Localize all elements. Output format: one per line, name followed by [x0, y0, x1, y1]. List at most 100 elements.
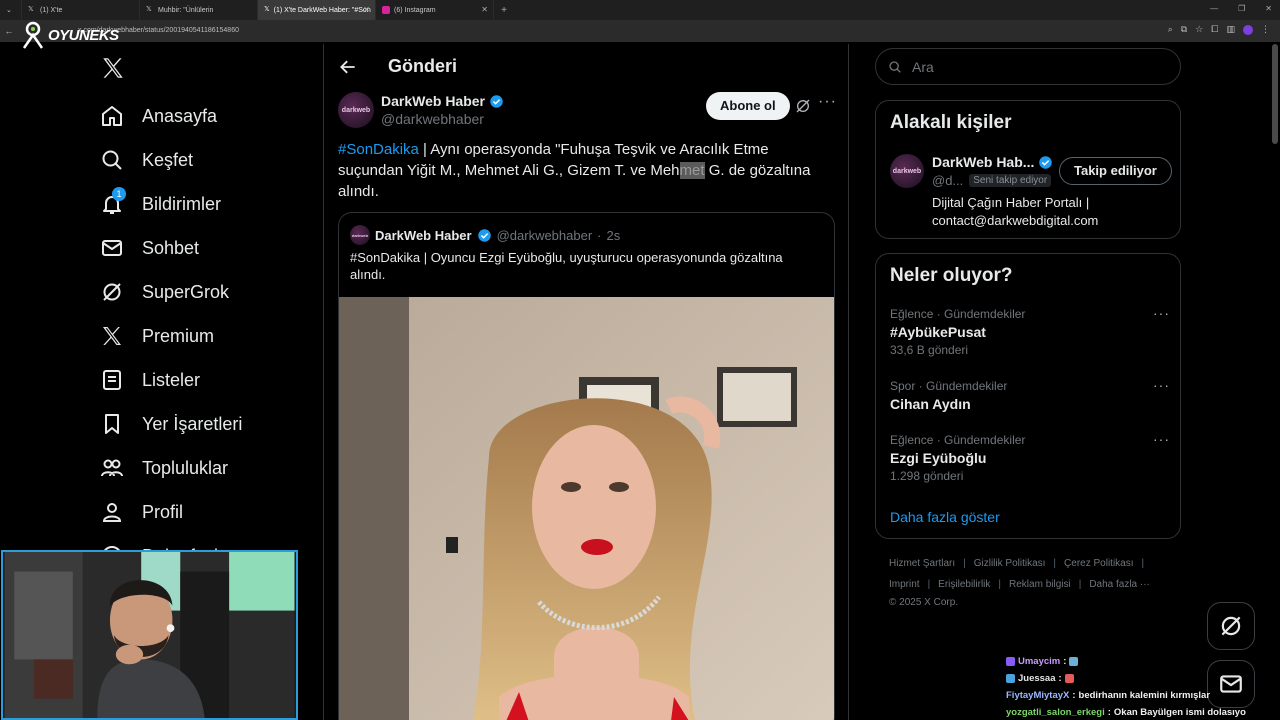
- footer-link[interactable]: Gizlilik Politikası: [974, 558, 1046, 569]
- menu-icon[interactable]: ⋮: [1261, 24, 1270, 35]
- back-arrow-icon[interactable]: [338, 57, 358, 77]
- nav-item-bookmarks[interactable]: Yer İşaretleri: [100, 409, 242, 439]
- list-icon: [103, 370, 121, 390]
- avatar[interactable]: darkweb: [890, 154, 924, 188]
- nav-label: Profil: [142, 501, 184, 522]
- chat-username: Juessaa: [1018, 673, 1056, 684]
- profile-icon: [102, 503, 122, 522]
- search-icon: [889, 60, 901, 73]
- copyright: © 2025 X Corp.: [889, 597, 959, 608]
- chat-message: yozgatli_salon_erkegi: Okan Bayülgen ism…: [1006, 704, 1280, 720]
- nav-item-lists[interactable]: Listeler: [100, 365, 200, 395]
- tab-label: (1) X'te DarkWeb Haber: "#Son: [273, 6, 371, 14]
- footer-link[interactable]: Hizmet Şartları: [889, 558, 955, 569]
- more-options-icon[interactable]: ···: [1153, 305, 1170, 321]
- nav-label: Listeler: [142, 369, 201, 390]
- post-header: Gönderi: [338, 56, 457, 77]
- subscribe-button[interactable]: Abone ol: [706, 92, 790, 120]
- new-tab-button[interactable]: +: [494, 5, 514, 16]
- chat-message: Juessaa:: [1006, 670, 1280, 687]
- search-input[interactable]: Ara: [875, 48, 1181, 85]
- chat-username: yozgatli_salon_erkegi: [1006, 707, 1105, 718]
- quoted-author-name: DarkWeb Haber: [375, 227, 472, 243]
- minimize-icon[interactable]: —: [1210, 4, 1218, 13]
- nav-item-premium[interactable]: Premium: [100, 321, 214, 351]
- following-button[interactable]: Takip ediliyor: [1059, 157, 1172, 185]
- close-window-icon[interactable]: ✕: [1265, 4, 1272, 13]
- sidebar-icon[interactable]: ▥: [1226, 24, 1235, 35]
- browser-tab[interactable]: ⌄: [0, 0, 22, 20]
- chat-message: FiytayMiytayX: bedirhanın kalemini kırmı…: [1006, 687, 1280, 704]
- browser-tab[interactable]: 𝕏 Muhbir: "Ünlülerin: [140, 0, 258, 20]
- quoted-post[interactable]: darkweb DarkWeb Haber @darkwebhaber · 2s…: [338, 212, 835, 720]
- related-people-card: Alakalı kişiler darkweb DarkWeb Hab... @…: [875, 100, 1181, 239]
- cast-icon[interactable]: ⧉: [1181, 24, 1187, 35]
- profile-avatar[interactable]: [1243, 24, 1253, 35]
- page-scrollbar[interactable]: [1272, 44, 1278, 144]
- footer-link[interactable]: Imprint: [889, 579, 920, 590]
- tab-label: Muhbir: "Ünlülerin: [158, 6, 214, 14]
- post-author-row: darkweb DarkWeb Haber @darkwebhaber Abon…: [338, 91, 836, 131]
- tab-list-icon[interactable]: ⌄: [6, 6, 12, 14]
- nav-item-notifications[interactable]: 1 Bildirimler: [100, 187, 221, 219]
- stream-logo: OYUNEKS: [20, 21, 119, 49]
- grok-icon: [103, 283, 121, 301]
- search-icon: [102, 150, 122, 170]
- x-logo-icon[interactable]: [100, 55, 126, 81]
- bookmark-star-icon[interactable]: ☆: [1195, 24, 1203, 35]
- browser-tab[interactable]: (6) Instagram ✕: [376, 0, 494, 20]
- more-options-icon[interactable]: ···: [1153, 377, 1170, 393]
- restore-icon[interactable]: ❐: [1238, 4, 1245, 13]
- avatar[interactable]: darkweb: [338, 92, 374, 128]
- quoted-post-header: darkweb DarkWeb Haber @darkwebhaber · 2s: [350, 225, 620, 245]
- trend-item[interactable]: Spor · Gündemdekiler Cihan Aydın ···: [890, 377, 1170, 412]
- author-name[interactable]: DarkWeb Haber: [381, 93, 504, 109]
- webcam-overlay: [1, 550, 298, 720]
- avatar: darkweb: [350, 225, 370, 245]
- trend-item[interactable]: Eğlence · Gündemdekiler #AybükePusat 33,…: [890, 305, 1170, 357]
- webcam-feed-image: [4, 552, 295, 718]
- chat-badge-icon: [1006, 657, 1015, 666]
- nav-item-home[interactable]: Anasayfa: [100, 101, 217, 131]
- chat-badge-icon: [1006, 674, 1015, 683]
- trend-item[interactable]: Eğlence · Gündemdekiler Ezgi Eyüboğlu 1.…: [890, 431, 1170, 483]
- more-options-icon[interactable]: ···: [818, 93, 837, 111]
- nav-item-chat[interactable]: Sohbet: [100, 233, 199, 263]
- browser-tab[interactable]: 𝕏 (1) X'te: [22, 0, 140, 20]
- x-icon: [103, 327, 121, 345]
- follows-you-badge: Seni takip ediyor: [969, 174, 1052, 187]
- footer-link[interactable]: Daha fazla ···: [1089, 579, 1150, 590]
- grok-icon[interactable]: [795, 98, 811, 114]
- footer-link[interactable]: Erişilebilirlik: [938, 579, 990, 590]
- author-handle[interactable]: @darkwebhaber: [381, 111, 484, 127]
- zoom-icon[interactable]: ⌕: [1168, 24, 1173, 35]
- extensions-icon[interactable]: ⧠: [1211, 24, 1218, 35]
- footer-link[interactable]: Çerez Politikası: [1064, 558, 1133, 569]
- close-icon[interactable]: ✕: [481, 5, 488, 14]
- back-nav-icon[interactable]: ←: [0, 26, 18, 36]
- close-icon[interactable]: ✕: [363, 5, 370, 14]
- footer-link[interactable]: Reklam bilgisi: [1009, 579, 1071, 590]
- quoted-post-photo[interactable]: [339, 297, 835, 720]
- chat-message: Umaycim:: [1006, 653, 1280, 670]
- nav-item-profile[interactable]: Profil: [100, 497, 183, 527]
- show-more-link[interactable]: Daha fazla göster: [890, 509, 1000, 525]
- nav-item-communities[interactable]: Topluluklar: [100, 453, 228, 483]
- nav-label: Keşfet: [142, 149, 194, 170]
- grok-icon: [1221, 616, 1241, 636]
- x-icon: 𝕏: [28, 6, 34, 13]
- more-options-icon[interactable]: ···: [1153, 431, 1170, 447]
- hashtag-link[interactable]: #SonDakika: [338, 141, 419, 158]
- nav-label: SuperGrok: [142, 281, 230, 302]
- nav-label: Anasayfa: [142, 105, 218, 126]
- nav-item-explore[interactable]: Keşfet: [100, 145, 193, 175]
- nav-item-supergrok[interactable]: SuperGrok: [100, 277, 229, 307]
- related-user-name[interactable]: DarkWeb Hab...: [932, 154, 1053, 170]
- notification-badge: 1: [112, 187, 126, 201]
- chat-emote-icon: [1069, 657, 1079, 666]
- window-controls: — ❐ ✕: [1210, 4, 1272, 13]
- text-selection: met: [679, 162, 705, 179]
- browser-tab-active[interactable]: 𝕏 (1) X'te DarkWeb Haber: "#Son ✕: [258, 0, 376, 20]
- grok-floating-button[interactable]: [1207, 602, 1255, 650]
- quoted-timestamp: 2s: [606, 227, 621, 243]
